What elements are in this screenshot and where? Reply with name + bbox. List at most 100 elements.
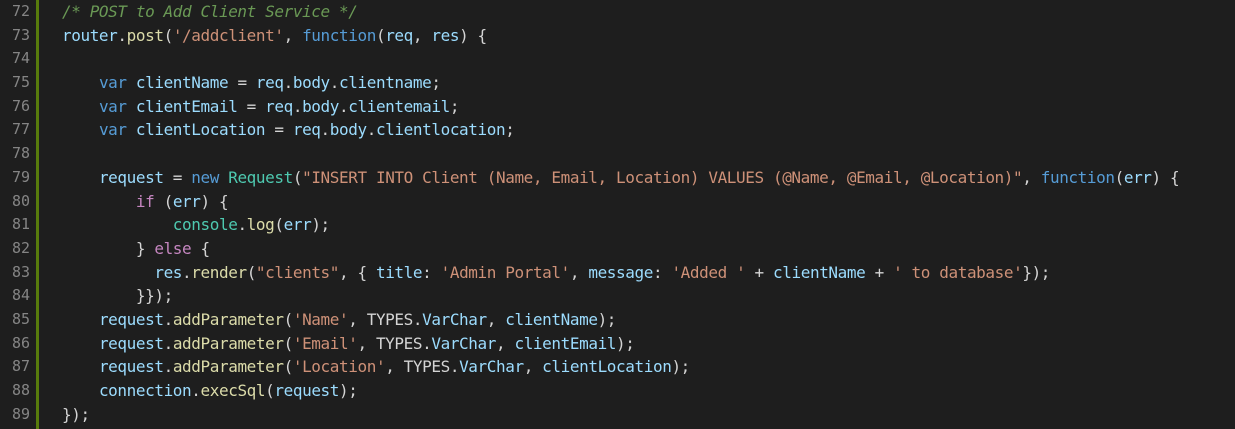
code-token: clientlocation xyxy=(375,120,506,140)
code-token: TYPES xyxy=(366,309,414,329)
code-token: . xyxy=(163,309,174,329)
code-token: Request xyxy=(228,167,293,187)
code-token: . xyxy=(366,120,377,140)
code-line[interactable]: 83 res.render("clients", { title: 'Admin… xyxy=(0,261,1235,285)
code-line[interactable]: 72 /* POST to Add Client Service */ xyxy=(0,0,1235,24)
code-line[interactable]: 73 router.post('/addclient', function(req… xyxy=(0,24,1235,48)
code-token: { xyxy=(191,238,211,258)
code-line[interactable]: 79 request = new Request("INSERT INTO Cl… xyxy=(0,166,1235,190)
code-token: ; xyxy=(431,73,441,93)
line-code: var clientEmail = req.body.clientemail; xyxy=(62,95,460,119)
line-number: 85 xyxy=(11,309,30,328)
line-code: var clientName = req.body.clientname; xyxy=(62,71,441,95)
code-token: res xyxy=(154,262,183,282)
code-token: ( xyxy=(246,262,257,282)
line-number: 86 xyxy=(11,333,30,352)
code-token: "INSERT INTO Client (Name, Email, Locati… xyxy=(302,167,1023,187)
code-token: ( xyxy=(292,167,303,187)
line-number: 88 xyxy=(11,381,30,399)
code-token: ( xyxy=(283,309,294,329)
code-line[interactable]: 88 connection.execSql(request); xyxy=(0,379,1235,403)
code-token: . xyxy=(283,73,294,93)
code-line[interactable]: 75 var clientName = req.body.clientname; xyxy=(0,71,1235,95)
code-token: }); xyxy=(62,404,90,424)
line-number: 83 xyxy=(11,262,30,281)
code-line[interactable]: 81 console.log(err); xyxy=(0,213,1235,237)
code-token: else xyxy=(154,238,192,258)
code-token: message xyxy=(588,262,653,282)
code-token: . xyxy=(292,96,303,116)
line-number: 82 xyxy=(11,238,30,257)
code-token: ); xyxy=(311,215,330,235)
code-token: VarChar xyxy=(431,333,496,353)
code-token: ( xyxy=(163,191,174,211)
code-token: clientLocation xyxy=(542,357,672,377)
code-token: "clients" xyxy=(255,262,340,282)
code-token: , { xyxy=(339,262,376,282)
code-token: . xyxy=(339,96,349,116)
code-token: ); xyxy=(597,309,617,329)
code-token: . xyxy=(163,357,174,377)
code-token: . xyxy=(320,120,331,140)
code-token: request xyxy=(98,309,164,329)
code-line[interactable]: 78 xyxy=(0,142,1235,166)
code-token: . xyxy=(182,262,192,282)
code-token: clientEmail xyxy=(135,96,238,116)
code-token: 'Location' xyxy=(292,357,386,377)
code-token: ) { xyxy=(459,25,487,45)
code-line[interactable]: 85 request.addParameter('Name', TYPES.Va… xyxy=(0,308,1235,332)
code-token: connection xyxy=(98,381,192,400)
code-token: , xyxy=(283,25,303,45)
code-token: ( xyxy=(283,357,294,377)
code-token: ( xyxy=(1114,167,1125,187)
code-token: if xyxy=(135,191,164,211)
code-token: = xyxy=(265,120,293,140)
code-token: , xyxy=(1022,167,1041,187)
code-token: ) { xyxy=(200,191,229,211)
code-line[interactable]: 76 var clientEmail = req.body.clientemai… xyxy=(0,95,1235,119)
code-token: err xyxy=(172,191,201,211)
code-token: function xyxy=(302,25,376,45)
line-code: connection.execSql(request); xyxy=(62,379,358,403)
line-number: 77 xyxy=(11,120,30,139)
code-token: }); xyxy=(1022,262,1051,282)
code-token: . xyxy=(329,73,340,93)
code-token: = xyxy=(163,167,192,187)
line-code: res.render("clients", { title: 'Admin Po… xyxy=(62,261,1050,285)
line-code: } else { xyxy=(62,237,210,261)
code-token: ( xyxy=(274,215,284,235)
code-token: ); xyxy=(671,357,690,377)
code-token: req xyxy=(292,120,321,140)
code-token: /* POST to Add Client Service */ xyxy=(62,2,358,21)
code-line[interactable]: 89}); xyxy=(0,403,1235,427)
code-line[interactable]: 74 xyxy=(0,47,1235,71)
code-line[interactable]: 82 } else { xyxy=(0,237,1235,261)
code-token: body xyxy=(292,73,330,93)
code-token: 'Name' xyxy=(292,309,349,329)
code-token: : xyxy=(652,262,672,282)
code-token: , xyxy=(496,333,515,353)
code-token: req xyxy=(255,73,284,93)
code-line[interactable]: 77 var clientLocation = req.body.clientl… xyxy=(0,118,1235,142)
code-token: VarChar xyxy=(422,309,487,329)
code-token: request xyxy=(98,167,164,187)
code-token: clientname xyxy=(339,73,432,93)
code-token: , xyxy=(569,262,589,282)
code-token: post xyxy=(126,25,164,45)
code-line[interactable]: 84 }}); xyxy=(0,284,1235,308)
code-line[interactable]: 80 if (err) { xyxy=(0,190,1235,214)
line-number: 87 xyxy=(11,357,30,376)
code-editor[interactable]: 72 /* POST to Add Client Service */ 73 rout… xyxy=(0,0,1235,429)
code-token: 'Email' xyxy=(292,333,358,353)
code-token: ' to database' xyxy=(893,262,1023,282)
code-token: router xyxy=(62,25,118,45)
code-token: . xyxy=(191,381,201,400)
code-token: ( xyxy=(163,25,174,45)
code-token: + xyxy=(865,262,894,282)
code-token: , xyxy=(523,357,543,377)
code-line[interactable]: 86 request.addParameter('Email', TYPES.V… xyxy=(0,332,1235,356)
code-token: 'Admin Portal' xyxy=(440,262,571,282)
code-token: 'Added ' xyxy=(671,262,746,282)
line-number: 81 xyxy=(11,215,30,234)
code-line[interactable]: 87 request.addParameter('Location', TYPE… xyxy=(0,355,1235,379)
